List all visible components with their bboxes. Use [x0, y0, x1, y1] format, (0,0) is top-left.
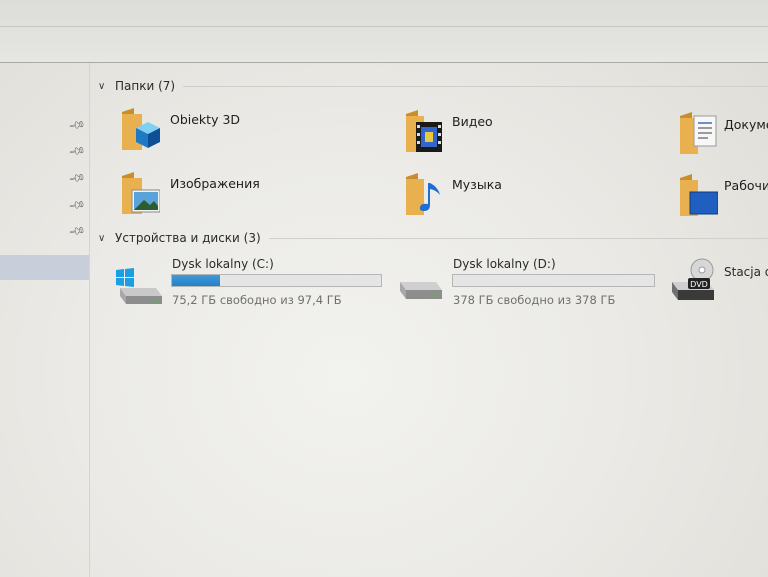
pin-icon[interactable]: 📌︎	[68, 142, 87, 161]
chevron-down-icon[interactable]: ∨	[98, 81, 107, 91]
folder-label: Рабочи	[724, 178, 768, 193]
drive-usage-bar	[452, 274, 655, 287]
drive-free-space: 75,2 ГБ свободно из 97,4 ГБ	[172, 293, 342, 307]
group-divider	[268, 237, 768, 239]
folders-group-header[interactable]: ∨ Папки (7)	[98, 78, 768, 94]
drive-usage-fill	[172, 275, 220, 286]
pin-icon[interactable]: 📌︎	[68, 222, 87, 241]
svg-text:DVD: DVD	[690, 280, 708, 289]
navigation-pane[interactable]: 📌︎ 📌︎ 📌︎ 📌︎ 📌︎	[0, 63, 90, 577]
pin-icon[interactable]: 📌︎	[68, 169, 87, 188]
hard-drive-icon	[400, 282, 442, 299]
ribbon-area	[0, 0, 768, 63]
folder-label: Obiekty 3D	[170, 112, 241, 127]
ribbon-divider	[0, 26, 768, 27]
pin-icon[interactable]: 📌︎	[68, 116, 87, 135]
group-divider	[183, 85, 768, 87]
folder-label: Докуме	[724, 117, 768, 132]
pin-icon[interactable]: 📌︎	[68, 196, 87, 215]
chevron-down-icon[interactable]: ∨	[98, 233, 107, 243]
folder-label: Музыка	[452, 177, 502, 192]
folder-label: Видео	[452, 114, 493, 129]
desktop-folder-icon	[680, 174, 718, 216]
documents-folder-icon	[680, 112, 717, 154]
drive-name: Dysk lokalny (C:)	[172, 257, 274, 271]
devices-group-label: Устройства и диски (3)	[115, 231, 261, 245]
folder-label: Изображения	[170, 176, 260, 191]
music-folder-icon	[406, 173, 440, 215]
devices-group-header[interactable]: ∨ Устройства и диски (3)	[98, 230, 768, 246]
3d-objects-folder-icon	[122, 108, 160, 150]
nav-item-selected[interactable]	[0, 255, 89, 280]
windows-drive-icon	[116, 268, 162, 304]
drive-name: Dysk lokalny (D:)	[453, 257, 556, 271]
video-folder-icon	[406, 110, 442, 152]
drive-usage-bar	[171, 274, 382, 287]
folders-group-label: Папки (7)	[115, 79, 176, 93]
dvd-drive-icon: DVD	[672, 258, 714, 300]
drive-free-space: 378 ГБ свободно из 378 ГБ	[453, 293, 616, 307]
pictures-folder-icon	[122, 172, 160, 214]
drive-name: Stacja d	[724, 265, 768, 279]
file-explorer-window: 📌︎ 📌︎ 📌︎ 📌︎ 📌︎ ∨ Папки (7) Obiekty 3D Ви…	[0, 0, 768, 577]
